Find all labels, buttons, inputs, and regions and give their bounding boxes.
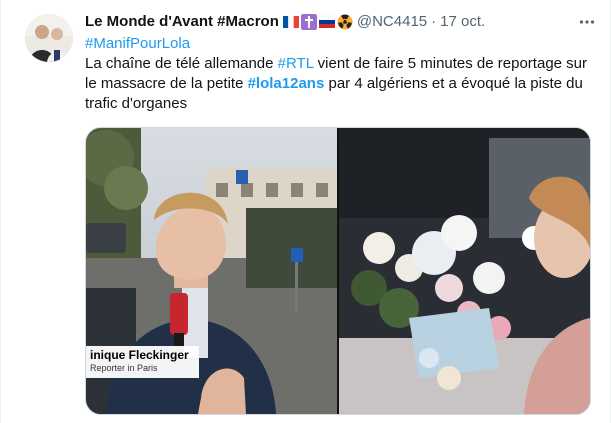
reporter-role-caption: Reporter in Paris	[90, 363, 158, 373]
tweet-content: Le Monde d'Avant #Macron @NC4415 · 17 oc…	[85, 12, 595, 114]
media-photo-reporter[interactable]: inique Fleckinger Reporter in Paris	[86, 128, 337, 414]
tweet-text-part1: La chaîne de télé allemande	[85, 55, 278, 72]
hashtag-link-manifpourlola[interactable]: #ManifPourLola	[85, 35, 190, 52]
author-avatar[interactable]	[25, 14, 73, 62]
russia-flag-icon	[318, 15, 335, 28]
reporter-name-caption: inique Fleckinger	[90, 348, 189, 362]
more-options-button[interactable]	[575, 10, 599, 34]
tweet-header: Le Monde d'Avant #Macron @NC4415 · 17 oc…	[85, 12, 595, 32]
latin-cross-icon	[300, 14, 317, 30]
reporter-lower-third: inique Fleckinger Reporter in Paris	[86, 346, 199, 378]
hashtag-link-lola12ans[interactable]: #lola12ans	[248, 75, 325, 92]
flowers-memorial-photo	[339, 128, 590, 414]
separator-dot: ·	[431, 13, 437, 30]
author-handle[interactable]: @NC4415	[357, 12, 427, 32]
author-display-name[interactable]: Le Monde d'Avant #Macron	[85, 12, 279, 32]
tweet-timestamp[interactable]: 17 oct.	[440, 12, 485, 32]
media-grid: inique Fleckinger Reporter in Paris	[85, 127, 591, 415]
france-flag-icon	[282, 15, 299, 29]
hashtag-link-rtl[interactable]: #RTL	[278, 55, 314, 72]
media-photo-flowers[interactable]	[339, 128, 590, 414]
tweet-text: #ManifPourLola La chaîne de télé alleman…	[85, 34, 593, 114]
more-horizontal-icon	[579, 20, 595, 24]
author-emojis	[282, 14, 353, 30]
radioactive-icon	[337, 14, 353, 30]
avatar-image	[25, 14, 73, 62]
tweet-card[interactable]: Le Monde d'Avant #Macron @NC4415 · 17 oc…	[0, 0, 611, 423]
